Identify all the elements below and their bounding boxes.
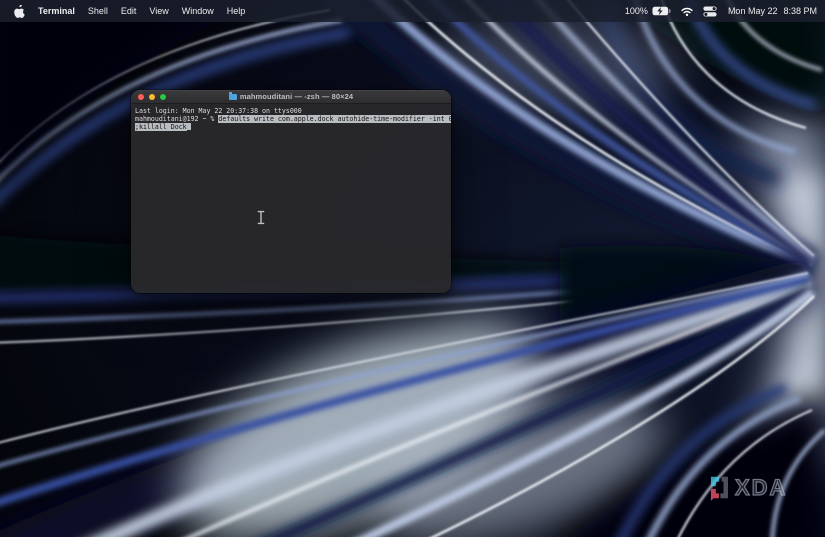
selected-command-part1: defaults write com.apple.dock autohide-t… <box>218 115 451 123</box>
xda-watermark-text: XDA <box>734 474 788 500</box>
xda-watermark: XDA <box>707 474 787 501</box>
terminal-block-cursor <box>186 123 191 130</box>
window-controls <box>131 90 166 104</box>
wifi-icon[interactable] <box>680 6 694 17</box>
text-cursor-ibeam-icon <box>256 210 266 225</box>
selected-command-part2: ;killall Dock <box>135 123 187 131</box>
terminal-window[interactable]: mahmouditani — -zsh — 80×24 Last login: … <box>131 90 451 293</box>
menu-clock-time[interactable]: 8:38 PM <box>783 6 817 16</box>
menu-item-view[interactable]: View <box>149 6 168 16</box>
menu-item-edit[interactable]: Edit <box>121 6 137 16</box>
xda-logo-icon <box>710 476 728 501</box>
window-title: mahmouditani — -zsh — 80×24 <box>228 92 354 101</box>
zoom-icon[interactable] <box>160 94 166 100</box>
menu-item-app-name[interactable]: Terminal <box>38 6 75 16</box>
terminal-line-prompt: mahmouditani@192 ~ % defaults write com.… <box>135 115 451 123</box>
terminal-line-command-wrap: ;killall Dock <box>135 123 451 131</box>
minimize-icon[interactable] <box>149 94 155 100</box>
terminal-content[interactable]: Last login: Mon May 22 20:37:38 on ttys0… <box>131 104 451 131</box>
menu-item-window[interactable]: Window <box>182 6 214 16</box>
folder-icon <box>228 92 237 100</box>
desktop: Terminal Shell Edit View Window Help 100… <box>0 0 825 537</box>
terminal-line-last-login: Last login: Mon May 22 20:37:38 on ttys0… <box>135 107 451 115</box>
battery-percent-label: 100% <box>624 6 648 16</box>
menu-item-shell[interactable]: Shell <box>88 6 108 16</box>
battery-charging-icon[interactable] <box>652 6 671 16</box>
prompt-text: mahmouditani@192 ~ % <box>135 115 219 123</box>
control-center-icon[interactable] <box>703 6 717 17</box>
menu-item-help[interactable]: Help <box>227 6 246 16</box>
last-login-text: Last login: Mon May 22 20:37:38 on ttys0… <box>135 107 302 115</box>
apple-logo-icon <box>14 4 25 18</box>
close-icon[interactable] <box>138 94 144 100</box>
terminal-title-bar[interactable]: mahmouditani — -zsh — 80×24 <box>131 90 451 104</box>
menu-bar: Terminal Shell Edit View Window Help 100… <box>0 0 825 22</box>
window-title-text: mahmouditani — -zsh — 80×24 <box>239 92 354 101</box>
menu-clock-date[interactable]: Mon May 22 <box>728 6 778 16</box>
apple-menu[interactable] <box>14 4 25 18</box>
